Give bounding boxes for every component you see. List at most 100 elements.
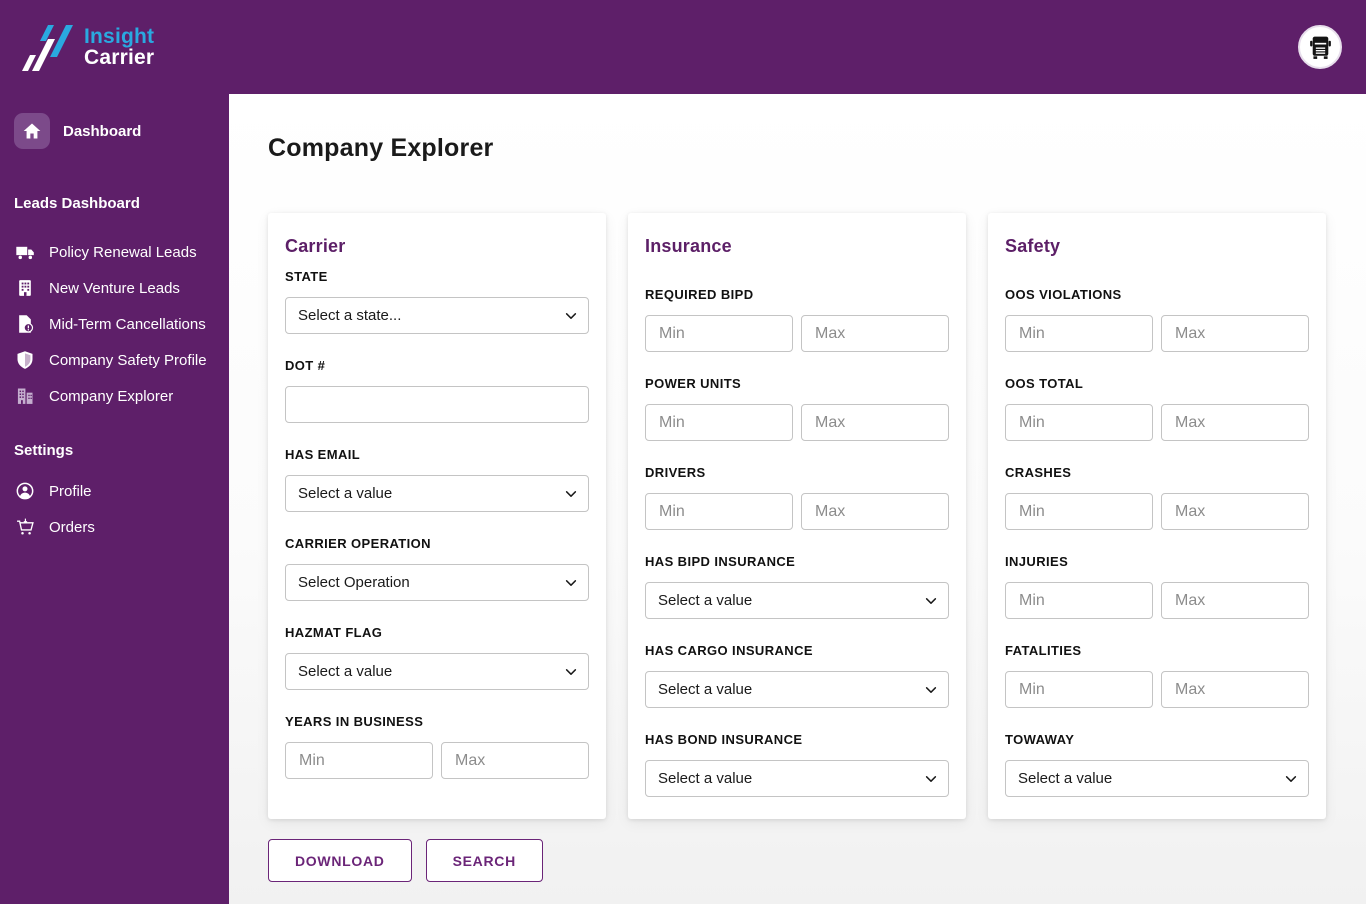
hazmat-flag-label: HAZMAT FLAG — [285, 625, 383, 640]
hazmat-flag-select[interactable]: Select a value — [285, 653, 589, 690]
hazmat-flag-field: HAZMAT FLAG Select a value — [285, 625, 589, 690]
injuries-max-input[interactable] — [1161, 582, 1309, 619]
crashes-field: CRASHES — [1005, 465, 1309, 530]
card-title: Carrier — [285, 236, 346, 256]
brand-name: Insight Carrier — [84, 24, 155, 69]
injuries-label: INJURIES — [1005, 554, 1069, 569]
file-alert-icon — [14, 313, 36, 335]
oos-total-field: OOS TOTAL — [1005, 376, 1309, 441]
sidebar-item-label: Dashboard — [63, 122, 142, 140]
sidebar-item-label: Orders — [49, 518, 95, 536]
required-bipd-max-input[interactable] — [801, 315, 949, 352]
towaway-field: TOWAWAY Select a value — [1005, 732, 1309, 797]
oos-total-label: OOS TOTAL — [1005, 376, 1084, 391]
brand-logo[interactable]: Insight Carrier — [22, 23, 154, 71]
sidebar-item-label: Profile — [49, 482, 92, 500]
has-bond-insurance-select[interactable]: Select a value — [645, 760, 949, 797]
sidebar-item-orders[interactable]: Orders — [0, 509, 229, 545]
years-in-business-label: YEARS IN BUSINESS — [285, 714, 424, 729]
page-title: Company Explorer — [268, 134, 494, 162]
card-title: Safety — [1005, 236, 1061, 256]
carrier-operation-field: CARRIER OPERATION Select Operation — [285, 536, 589, 601]
fatalities-max-input[interactable] — [1161, 671, 1309, 708]
sidebar-item-profile[interactable]: Profile — [0, 473, 229, 509]
carrier-operation-select[interactable]: Select Operation — [285, 564, 589, 601]
injuries-min-input[interactable] — [1005, 582, 1153, 619]
dot-number-label: DOT # — [285, 358, 326, 373]
double-slash-logo-icon — [22, 23, 76, 71]
has-cargo-insurance-label: HAS CARGO INSURANCE — [645, 643, 813, 658]
building-icon — [14, 277, 36, 299]
years-in-business-field: YEARS IN BUSINESS — [285, 714, 589, 779]
main-content: Company Explorer Carrier STATE Select a … — [229, 94, 1366, 904]
sidebar-item-mid-term-cancellations[interactable]: Mid-Term Cancellations — [0, 306, 229, 342]
required-bipd-min-input[interactable] — [645, 315, 793, 352]
brand-name-bottom: Carrier — [84, 46, 155, 69]
insurance-card: Insurance REQUIRED BIPD POWER UNITS DRIV… — [628, 213, 966, 819]
sidebar-item-company-safety-profile[interactable]: Company Safety Profile — [0, 342, 229, 378]
oos-violations-field: OOS VIOLATIONS — [1005, 287, 1309, 352]
power-units-field: POWER UNITS — [645, 376, 949, 441]
cart-icon — [14, 516, 36, 538]
user-avatar[interactable] — [1298, 25, 1342, 69]
card-title: Insurance — [645, 236, 732, 256]
buildings-icon — [14, 385, 36, 407]
state-select[interactable]: Select a state... — [285, 297, 589, 334]
has-bipd-insurance-select[interactable]: Select a value — [645, 582, 949, 619]
oos-violations-max-input[interactable] — [1161, 315, 1309, 352]
safety-card: Safety OOS VIOLATIONS OOS TOTAL CRASHES — [988, 213, 1326, 819]
state-field: STATE Select a state... — [285, 269, 589, 334]
home-icon — [14, 113, 50, 149]
power-units-min-input[interactable] — [645, 404, 793, 441]
search-button[interactable]: SEARCH — [425, 839, 543, 882]
sidebar-item-label: Policy Renewal Leads — [49, 243, 197, 261]
drivers-max-input[interactable] — [801, 493, 949, 530]
app-header: Insight Carrier — [0, 0, 1366, 94]
sidebar-item-company-explorer[interactable]: Company Explorer — [0, 378, 229, 414]
towaway-select[interactable]: Select a value — [1005, 760, 1309, 797]
oos-total-min-input[interactable] — [1005, 404, 1153, 441]
has-cargo-insurance-field: HAS CARGO INSURANCE Select a value — [645, 643, 949, 708]
fatalities-field: FATALITIES — [1005, 643, 1309, 708]
fatalities-label: FATALITIES — [1005, 643, 1082, 658]
dot-number-field: DOT # — [285, 358, 589, 423]
has-bond-insurance-field: HAS BOND INSURANCE Select a value — [645, 732, 949, 797]
sidebar-item-dashboard[interactable]: Dashboard — [14, 113, 215, 149]
sidebar-item-policy-renewal-leads[interactable]: Policy Renewal Leads — [0, 234, 229, 270]
years-in-business-max-input[interactable] — [441, 742, 589, 779]
power-units-max-input[interactable] — [801, 404, 949, 441]
carrier-operation-label: CARRIER OPERATION — [285, 536, 431, 551]
has-bipd-insurance-label: HAS BIPD INSURANCE — [645, 554, 796, 569]
shield-icon — [14, 349, 36, 371]
has-cargo-insurance-select[interactable]: Select a value — [645, 671, 949, 708]
has-email-select[interactable]: Select a value — [285, 475, 589, 512]
fatalities-min-input[interactable] — [1005, 671, 1153, 708]
crashes-min-input[interactable] — [1005, 493, 1153, 530]
drivers-label: DRIVERS — [645, 465, 706, 480]
required-bipd-label: REQUIRED BIPD — [645, 287, 754, 302]
oos-total-max-input[interactable] — [1161, 404, 1309, 441]
carrier-card: Carrier STATE Select a state... DOT # HA… — [268, 213, 606, 819]
has-bond-insurance-label: HAS BOND INSURANCE — [645, 732, 803, 747]
drivers-field: DRIVERS — [645, 465, 949, 530]
towaway-label: TOWAWAY — [1005, 732, 1075, 747]
download-button[interactable]: DOWNLOAD — [268, 839, 412, 882]
drivers-min-input[interactable] — [645, 493, 793, 530]
truck-avatar-icon — [1307, 34, 1334, 61]
sidebar-item-new-venture-leads[interactable]: New Venture Leads — [0, 270, 229, 306]
oos-violations-min-input[interactable] — [1005, 315, 1153, 352]
brand-name-top: Insight — [84, 24, 155, 48]
sidebar-item-label: New Venture Leads — [49, 279, 180, 297]
years-in-business-min-input[interactable] — [285, 742, 433, 779]
has-email-field: HAS EMAIL Select a value — [285, 447, 589, 512]
sidebar: Dashboard Leads Dashboard Policy Renewal… — [0, 94, 229, 904]
crashes-max-input[interactable] — [1161, 493, 1309, 530]
filter-cards: Carrier STATE Select a state... DOT # HA… — [268, 213, 1366, 819]
dot-number-input[interactable] — [285, 386, 589, 423]
sidebar-item-label: Mid-Term Cancellations — [49, 315, 206, 333]
power-units-label: POWER UNITS — [645, 376, 742, 391]
has-email-label: HAS EMAIL — [285, 447, 361, 462]
state-label: STATE — [285, 269, 328, 284]
sidebar-item-label: Company Explorer — [49, 387, 174, 405]
sidebar-section-settings: Settings — [14, 442, 74, 459]
